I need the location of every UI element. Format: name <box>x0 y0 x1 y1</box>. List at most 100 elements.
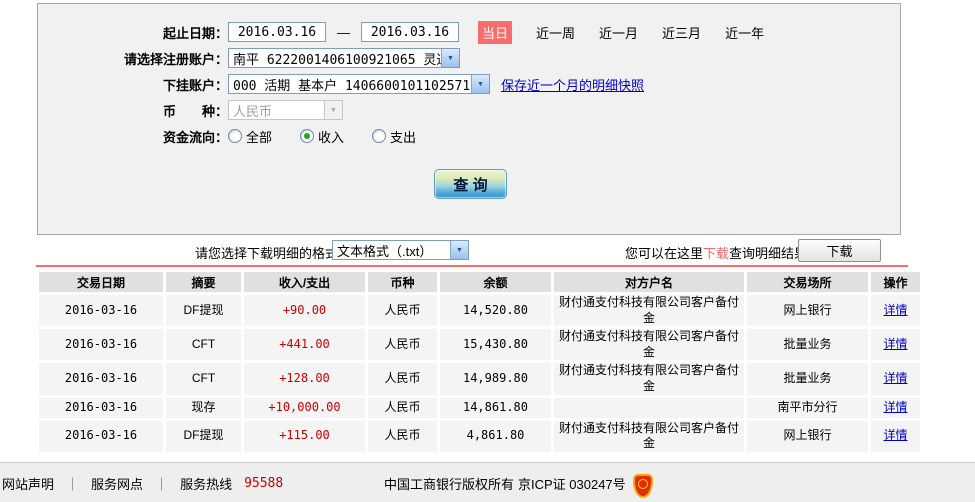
cell-counterparty: 财付通支付科技有限公司客户备付金 <box>554 363 744 395</box>
column-header: 交易场所 <box>747 272 868 292</box>
download-button[interactable]: 下载 <box>798 239 881 262</box>
download-hint-suffix: 查询明细结果 <box>729 246 808 261</box>
detail-link[interactable]: 详情 <box>883 400 907 414</box>
quick-range-month[interactable]: 近一月 <box>599 23 638 42</box>
date-from-input[interactable] <box>228 22 326 42</box>
cell-balance: 14,520.80 <box>440 295 551 327</box>
flow-radio-label: 收入 <box>318 129 345 145</box>
flow-radio-option[interactable]: 支出 <box>372 127 416 146</box>
cell-balance: 15,430.80 <box>440 329 551 361</box>
register-account-select[interactable]: 南平 6222001406100921065 灵通卡 ▼ <box>228 48 460 68</box>
table-row: 2016-03-16 CFT +441.00 人民币 15,430.80 财付通支付科技有… <box>39 329 920 361</box>
currency-select: 人民币 ▼ <box>228 100 343 120</box>
column-header: 摘要 <box>166 272 241 292</box>
detail-link[interactable]: 详情 <box>883 303 907 317</box>
cell-currency: 人民币 <box>368 329 437 361</box>
icp-license-text: 京ICP证 030247号 <box>518 477 626 492</box>
detail-link[interactable]: 详情 <box>883 428 907 442</box>
chevron-down-icon: ▼ <box>324 101 342 119</box>
cell-currency: 人民币 <box>368 420 437 452</box>
cell-venue: 批量业务 <box>747 329 868 361</box>
quick-range-year[interactable]: 近一年 <box>725 23 764 42</box>
cell-amount: +10,000.00 <box>244 397 365 418</box>
save-snapshot-link[interactable]: 保存近一个月的明细快照 <box>501 75 644 94</box>
quick-range-quarter[interactable]: 近三月 <box>662 23 701 42</box>
sub-account-row: 下挂账户： 000 活期 基本户 1406600101102571848 ▼ 保… <box>38 71 900 97</box>
table-row: 2016-03-16 CFT +128.00 人民币 14,989.80 财付通支付科技有… <box>39 363 920 395</box>
table-row: 2016-03-16 DF提现 +115.00 人民币 4,861.80 财付通支付科技有… <box>39 420 920 452</box>
section-divider <box>36 265 908 267</box>
sub-account-label: 下挂账户： <box>162 77 228 93</box>
cell-summary: DF提现 <box>166 295 241 327</box>
cell-summary: CFT <box>166 329 241 361</box>
cell-counterparty <box>554 397 744 418</box>
hotline-label: 服务热线 <box>180 477 233 492</box>
column-header: 收入/支出 <box>244 272 365 292</box>
security-shield-icon <box>633 474 653 498</box>
cell-counterparty: 财付通支付科技有限公司客户备付金 <box>554 329 744 361</box>
copyright-text: 中国工商银行版权所有 <box>384 477 515 492</box>
flow-radio-option[interactable]: 收入 <box>300 127 344 146</box>
cell-venue: 南平市分行 <box>747 397 868 418</box>
cell-date: 2016-03-16 <box>39 420 163 452</box>
quick-range-today[interactable]: 当日 <box>478 20 513 44</box>
cell-counterparty: 财付通支付科技有限公司客户备付金 <box>554 420 744 452</box>
download-format-value: 文本格式（.txt） <box>337 243 433 259</box>
sub-account-value: 000 活期 基本户 1406600101102571848 <box>233 78 471 94</box>
quick-range-week[interactable]: 近一周 <box>536 23 575 42</box>
cell-counterparty: 财付通支付科技有限公司客户备付金 <box>554 295 744 327</box>
flow-radio-option[interactable]: 全部 <box>228 127 272 146</box>
column-header: 币种 <box>368 272 437 292</box>
download-format-label: 请您选择下载明细的格式 <box>195 246 339 261</box>
table-row: 2016-03-16 DF提现 +90.00 人民币 14,520.80 财付通支付科技有… <box>39 295 920 327</box>
query-button[interactable]: 查 询 <box>434 169 507 199</box>
cell-operation: 详情 <box>871 329 920 361</box>
register-account-label: 请选择注册账户： <box>123 51 228 67</box>
cell-operation: 详情 <box>871 397 920 418</box>
date-to-input[interactable] <box>361 22 459 42</box>
cell-amount: +128.00 <box>244 363 365 395</box>
radio-icon <box>372 129 387 143</box>
radio-icon <box>228 129 242 143</box>
cell-date: 2016-03-16 <box>39 329 163 361</box>
chevron-down-icon: ▼ <box>471 75 489 93</box>
detail-link[interactable]: 详情 <box>883 337 907 351</box>
fund-flow-label: 资金流向： <box>162 129 228 145</box>
cell-venue: 网上银行 <box>747 295 868 327</box>
footer-separator: ｜ <box>155 477 169 492</box>
cell-balance: 14,989.80 <box>440 363 551 395</box>
register-account-row: 请选择注册账户： 南平 6222001406100921065 灵通卡 ▼ <box>38 45 900 71</box>
detail-link[interactable]: 详情 <box>883 371 907 385</box>
cell-summary: 现存 <box>166 397 241 418</box>
results-table: 交易日期 摘要 收入/支出 币种 余额 对方户名 交易场所 操作 2016-03-16 DF提现 +… <box>36 269 923 455</box>
cell-venue: 批量业务 <box>747 363 868 395</box>
cell-amount: +441.00 <box>244 329 365 361</box>
footer-separator: ｜ <box>66 477 80 492</box>
query-form-panel: 起止日期： — 当日 近一周 近一月 近三月 近一年 请选择注册账户： 南平 6… <box>37 3 901 235</box>
cell-venue: 网上银行 <box>747 420 868 452</box>
transaction-query-page: 起止日期： — 当日 近一周 近一月 近三月 近一年 请选择注册账户： 南平 6… <box>0 0 975 502</box>
download-format-select[interactable]: 文本格式（.txt） ▼ <box>332 240 469 260</box>
service-branches-link[interactable]: 服务网点 <box>91 474 143 493</box>
column-header: 对方户名 <box>554 272 744 292</box>
date-range-separator: — <box>337 24 350 40</box>
cell-currency: 人民币 <box>368 295 437 327</box>
cell-operation: 详情 <box>871 295 920 327</box>
sub-account-select[interactable]: 000 活期 基本户 1406600101102571848 ▼ <box>228 74 490 94</box>
register-account-value: 南平 6222001406100921065 灵通卡 <box>233 52 441 68</box>
radio-icon <box>300 129 315 143</box>
cell-amount: +115.00 <box>244 420 365 452</box>
cell-operation: 详情 <box>871 420 920 452</box>
site-statement-link[interactable]: 网站声明 <box>2 474 54 493</box>
date-range-label: 起止日期： <box>162 25 228 41</box>
footer: 网站声明 ｜ 服务网点 ｜ 服务热线 95588 中国工商银行版权所有 京ICP… <box>0 462 975 502</box>
download-hint-link[interactable]: 下载 <box>703 246 729 261</box>
currency-label: 币 种： <box>162 103 228 119</box>
currency-value: 人民币 <box>233 103 273 119</box>
cell-amount: +90.00 <box>244 295 365 327</box>
cell-date: 2016-03-16 <box>39 363 163 395</box>
cell-currency: 人民币 <box>368 397 437 418</box>
cell-summary: CFT <box>166 363 241 395</box>
cell-date: 2016-03-16 <box>39 295 163 327</box>
flow-radio-label: 全部 <box>246 129 273 145</box>
